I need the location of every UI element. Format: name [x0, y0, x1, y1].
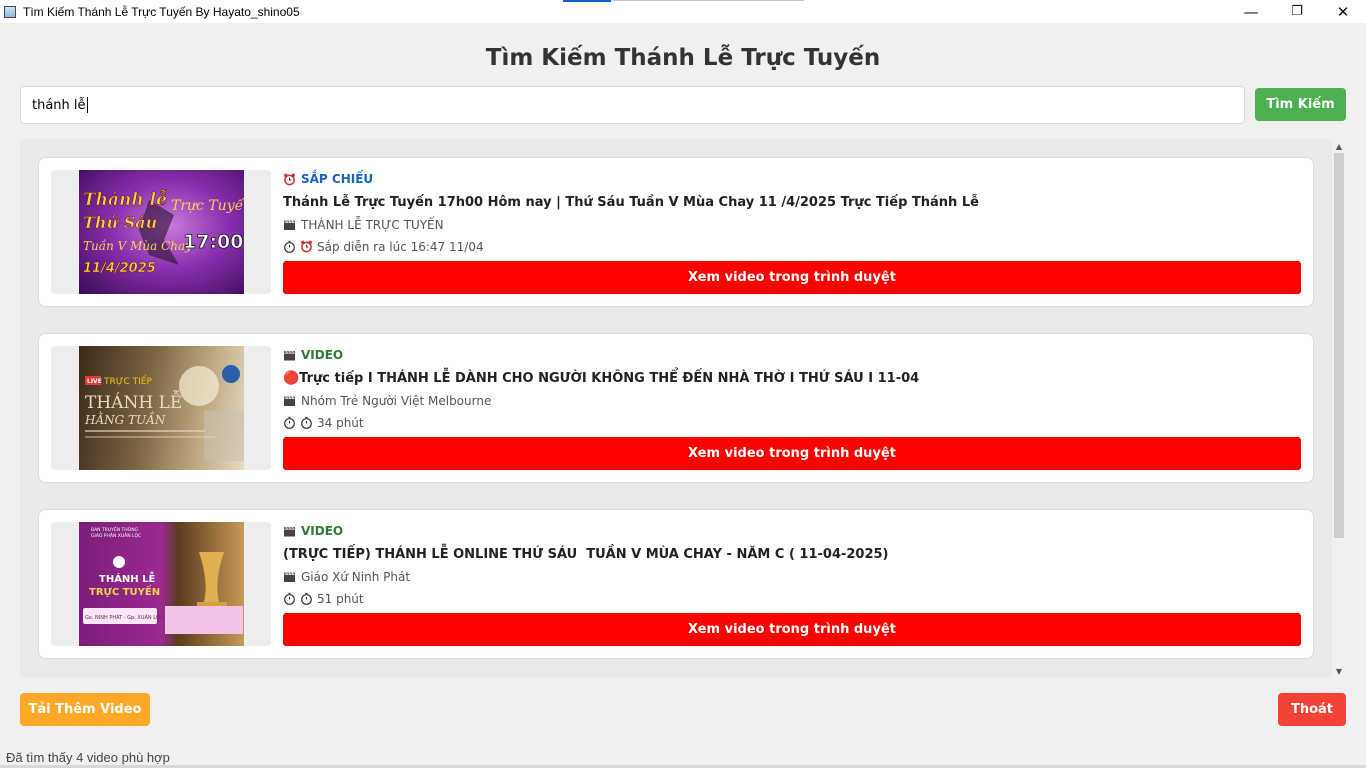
thumb-text-1: Thánh lễ — [83, 189, 167, 210]
thumb-text-4: Tuần V Mùa Chay — [83, 238, 192, 253]
result-info: SẮP CHIẾU Thánh Lễ Trực Tuyến 17h00 Hôm … — [283, 170, 1301, 255]
maximize-button[interactable]: ❐ — [1274, 0, 1320, 23]
scroll-up-arrow-icon[interactable]: ▲ — [1332, 139, 1346, 153]
video-thumbnail[interactable]: BAN TRUYỀN THÔNG GIÁO PHẬN XUÂN LỘC THÁN… — [79, 522, 244, 646]
window-title: Tìm Kiếm Thánh Lễ Trực Tuyến By Hayato_s… — [23, 4, 300, 19]
stopwatch-icon — [284, 416, 295, 429]
load-more-button[interactable]: Tải Thêm Video — [20, 693, 150, 726]
search-button[interactable]: Tìm Kiếm — [1255, 88, 1346, 121]
stopwatch-icon — [301, 592, 312, 605]
thumbnail-art: LIVE TRỰC TIẾP THÁNH LỄ HẰNG TUẦN — [84, 365, 244, 461]
watch-in-browser-button[interactable]: Xem video trong trình duyệt — [283, 613, 1301, 646]
thumbnail-frame: Thánh lễ Trực Tuyến Thứ Sáu Tuần V Mùa C… — [51, 170, 271, 294]
thumb-text-2: Trực Tuyến — [171, 197, 244, 214]
status-badge-label: VIDEO — [301, 524, 344, 538]
video-duration: 51 phút — [317, 591, 364, 606]
channel-line: THÁNH LỄ TRỰC TUYẾN — [283, 216, 1301, 233]
thumb-text-2: GIÁO PHẬN XUÂN LỘC — [91, 532, 141, 539]
video-thumbnail[interactable]: Thánh lễ Trực Tuyến Thứ Sáu Tuần V Mùa C… — [79, 170, 244, 294]
channel-line: Nhóm Trẻ Người Việt Melbourne — [283, 392, 1301, 409]
thumbnail-frame: BAN TRUYỀN THÔNG GIÁO PHẬN XUÂN LỘC THÁN… — [51, 522, 271, 646]
thumb-text-5: Gx. NINH PHÁT - Gp. XUÂN LỘC — [85, 614, 164, 621]
app-window-icon — [4, 5, 16, 18]
close-icon: ✕ — [1336, 2, 1350, 21]
thumb-text-4: TRỰC TUYẾN — [89, 583, 160, 598]
clapperboard-icon — [284, 395, 295, 406]
video-duration: Sắp diễn ra lúc 16:47 11/04 — [317, 239, 484, 254]
window-titlebar: Tìm Kiếm Thánh Lễ Trực Tuyến By Hayato_s… — [0, 0, 1366, 23]
result-card: LIVE TRỰC TIẾP THÁNH LỄ HẰNG TUẦN VIDEO … — [38, 333, 1314, 483]
watch-in-browser-button[interactable]: Xem video trong trình duyệt — [283, 437, 1301, 470]
restore-icon: ❐ — [1291, 4, 1303, 19]
scroll-down-arrow-icon[interactable]: ▼ — [1332, 664, 1346, 678]
clapperboard-icon — [284, 219, 295, 230]
search-input-value: thánh lễ — [32, 97, 86, 113]
scrollbar-thumb[interactable] — [1334, 153, 1344, 538]
thumb-text-1: LIVE — [87, 378, 102, 385]
video-title: 🔴Trực tiếp I THÁNH LỄ DÀNH CHO NGƯỜI KHÔ… — [283, 370, 920, 386]
thumb-text-6: 11/4/2025 — [83, 261, 156, 276]
result-info: VIDEO 🔴Trực tiếp I THÁNH LỄ DÀNH CHO NGƯ… — [283, 346, 1301, 431]
taskbar-divider-line — [611, 0, 804, 1]
video-title: Thánh Lễ Trực Tuyến 17h00 Hôm nay | Thứ … — [283, 194, 979, 210]
stopwatch-icon — [284, 592, 295, 605]
thumbnail-art: Thánh lễ Trực Tuyến Thứ Sáu Tuần V Mùa C… — [83, 189, 244, 277]
taskbar-accent-line — [563, 0, 611, 2]
thumb-text-3: THÁNH LỄ — [99, 570, 156, 585]
channel-name: Giáo Xứ Ninh Phát — [301, 569, 411, 584]
thumb-text-3: Thứ Sáu — [83, 213, 157, 232]
channel-name: THÁNH LỄ TRỰC TUYẾN — [301, 217, 444, 232]
video-duration: 34 phút — [317, 415, 364, 430]
channel-line: Giáo Xứ Ninh Phát — [283, 568, 1301, 585]
thumb-text-5: 17:00 — [183, 231, 243, 253]
minimize-button[interactable]: — — [1228, 0, 1274, 23]
video-thumbnail[interactable]: LIVE TRỰC TIẾP THÁNH LỄ HẰNG TUẦN — [79, 346, 244, 470]
results-scrollbar[interactable]: ▲ ▼ — [1332, 139, 1346, 678]
close-button[interactable]: ✕ — [1320, 0, 1366, 23]
stopwatch-icon — [301, 416, 312, 429]
alarm-clock-icon — [284, 173, 295, 185]
minimize-icon: — — [1243, 2, 1259, 21]
alarm-clock-icon — [301, 240, 312, 253]
duration-line: 51 phút — [283, 590, 1301, 607]
thumb-text-2: TRỰC TIẾP — [103, 375, 152, 387]
result-info: VIDEO (TRỰC TIẾP) THÁNH LỄ ONLINE THỨ SÁ… — [283, 522, 1301, 607]
page-title: Tìm Kiếm Thánh Lễ Trực Tuyến — [485, 45, 881, 71]
duration-line: 34 phút — [283, 414, 1301, 431]
thumbnail-frame: LIVE TRỰC TIẾP THÁNH LỄ HẰNG TUẦN — [51, 346, 271, 470]
result-card: BAN TRUYỀN THÔNG GIÁO PHẬN XUÂN LỘC THÁN… — [38, 509, 1314, 659]
watch-in-browser-button[interactable]: Xem video trong trình duyệt — [283, 261, 1301, 294]
status-badge: VIDEO — [283, 522, 1301, 540]
search-input[interactable]: thánh lễ — [20, 86, 1245, 124]
duration-line: Sắp diễn ra lúc 16:47 11/04 — [283, 238, 1301, 255]
clapperboard-icon — [284, 571, 295, 582]
clapperboard-icon — [284, 350, 295, 360]
video-title: (TRỰC TIẾP) THÁNH LỄ ONLINE THỨ SÁU TUẦN… — [283, 546, 889, 562]
status-badge-label: VIDEO — [301, 348, 344, 362]
result-card: Thánh lễ Trực Tuyến Thứ Sáu Tuần V Mùa C… — [38, 157, 1314, 307]
channel-name: Nhóm Trẻ Người Việt Melbourne — [301, 393, 492, 408]
clapperboard-icon — [284, 526, 295, 536]
results-list[interactable]: Thánh lễ Trực Tuyến Thứ Sáu Tuần V Mùa C… — [20, 139, 1332, 678]
thumb-text-3: THÁNH LỄ — [85, 390, 182, 413]
scrollbar-track[interactable] — [1334, 153, 1344, 664]
thumb-text-4: HẰNG TUẦN — [84, 410, 166, 427]
stopwatch-icon — [284, 240, 295, 253]
status-text: Đã tìm thấy 4 video phù hợp — [6, 750, 170, 765]
thumbnail-art: BAN TRUYỀN THÔNG GIÁO PHẬN XUÂN LỘC THÁN… — [83, 525, 243, 634]
status-badge-label: SẮP CHIẾU — [301, 172, 374, 186]
status-badge: VIDEO — [283, 346, 1301, 364]
thumb-text-1: BAN TRUYỀN THÔNG — [91, 525, 139, 533]
exit-button[interactable]: Thoát — [1278, 693, 1346, 726]
status-badge: SẮP CHIẾU — [283, 170, 1301, 188]
text-caret — [86, 97, 88, 113]
